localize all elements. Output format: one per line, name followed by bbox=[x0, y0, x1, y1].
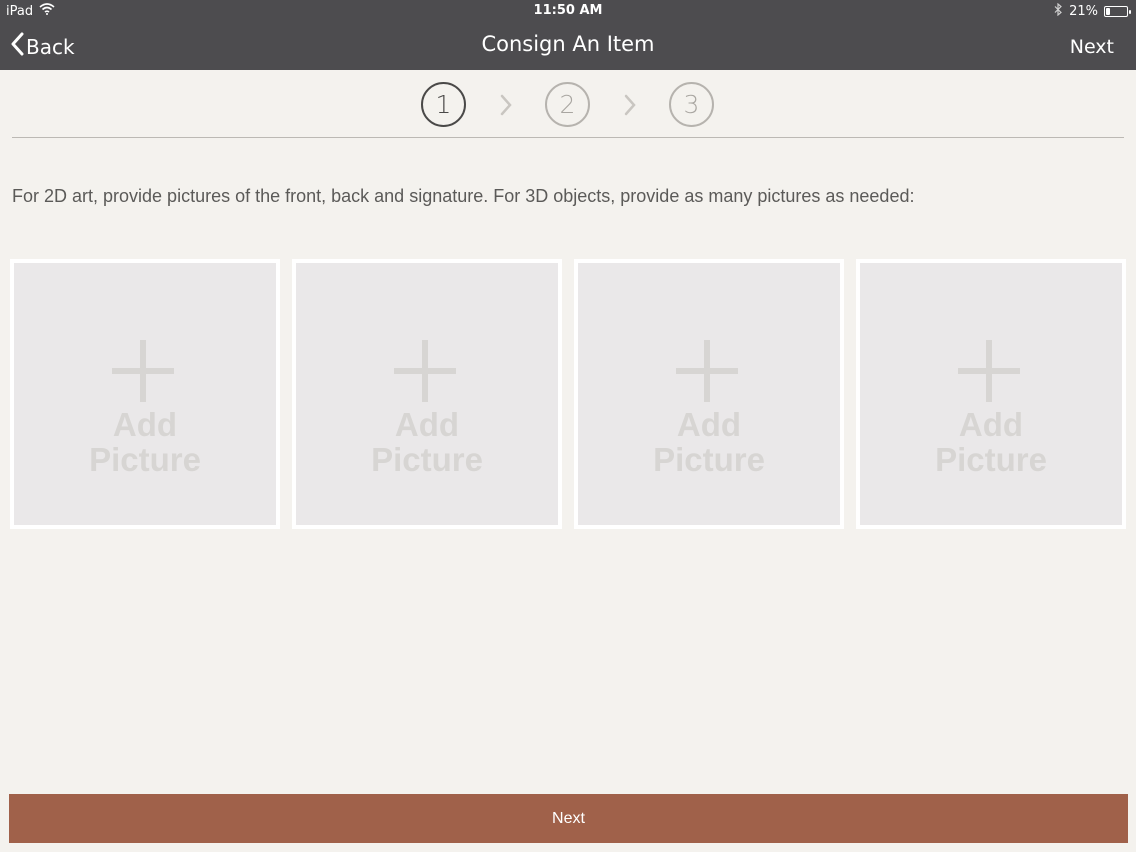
tile-placeholder: Add Picture bbox=[296, 263, 558, 525]
add-picture-tile[interactable]: Add Picture bbox=[10, 259, 280, 529]
chevron-right-icon bbox=[499, 94, 513, 120]
status-time: 11:50 AM bbox=[533, 3, 603, 18]
divider bbox=[12, 137, 1124, 138]
step-3-label: 3 bbox=[683, 90, 700, 119]
next-button[interactable]: Next bbox=[9, 794, 1128, 843]
battery-icon bbox=[1104, 6, 1131, 17]
picture-label: Picture bbox=[653, 441, 765, 478]
navigation-bar: Back Consign An Item Next bbox=[0, 22, 1136, 70]
step-2-circle: 2 bbox=[545, 82, 590, 127]
plus-icon bbox=[956, 338, 1022, 408]
bluetooth-icon bbox=[1054, 2, 1063, 20]
add-label: Add bbox=[394, 406, 460, 443]
add-label: Add bbox=[958, 406, 1024, 443]
picture-label: Picture bbox=[371, 441, 483, 478]
battery-level bbox=[1106, 8, 1110, 15]
plus-icon bbox=[392, 338, 458, 408]
battery-percent: 21% bbox=[1069, 4, 1098, 19]
next-button-label: Next bbox=[552, 809, 585, 827]
step-indicator: 1 2 3 bbox=[0, 70, 1136, 138]
plus-icon bbox=[110, 338, 176, 408]
plus-icon bbox=[674, 338, 740, 408]
instructions-text: For 2D art, provide pictures of the fron… bbox=[12, 186, 915, 206]
tile-placeholder: Add Picture bbox=[860, 263, 1122, 525]
status-right: 21% bbox=[1054, 2, 1131, 20]
add-picture-tile[interactable]: Add Picture bbox=[292, 259, 562, 529]
add-picture-tile[interactable]: Add Picture bbox=[856, 259, 1126, 529]
chevron-right-icon bbox=[623, 94, 637, 120]
top-bar: iPad 11:50 AM 21% Back Consign An Item N… bbox=[0, 0, 1136, 70]
add-label: Add bbox=[676, 406, 742, 443]
nav-next-button[interactable]: Next bbox=[1070, 36, 1114, 58]
step-3-circle: 3 bbox=[669, 82, 714, 127]
status-bar: iPad 11:50 AM 21% bbox=[0, 0, 1136, 22]
tile-placeholder: Add Picture bbox=[14, 263, 276, 525]
add-label: Add bbox=[112, 406, 178, 443]
add-picture-tile[interactable]: Add Picture bbox=[574, 259, 844, 529]
picture-label: Picture bbox=[935, 441, 1047, 478]
step-2-label: 2 bbox=[559, 90, 576, 119]
step-1-label: 1 bbox=[435, 90, 452, 119]
page-title: Consign An Item bbox=[481, 32, 655, 56]
add-picture-label: Add Picture bbox=[578, 407, 840, 477]
tile-placeholder: Add Picture bbox=[578, 263, 840, 525]
picture-label: Picture bbox=[89, 441, 201, 478]
add-picture-label: Add Picture bbox=[296, 407, 558, 477]
add-picture-label: Add Picture bbox=[14, 407, 276, 477]
step-1-circle: 1 bbox=[421, 82, 466, 127]
add-picture-label: Add Picture bbox=[860, 407, 1122, 477]
